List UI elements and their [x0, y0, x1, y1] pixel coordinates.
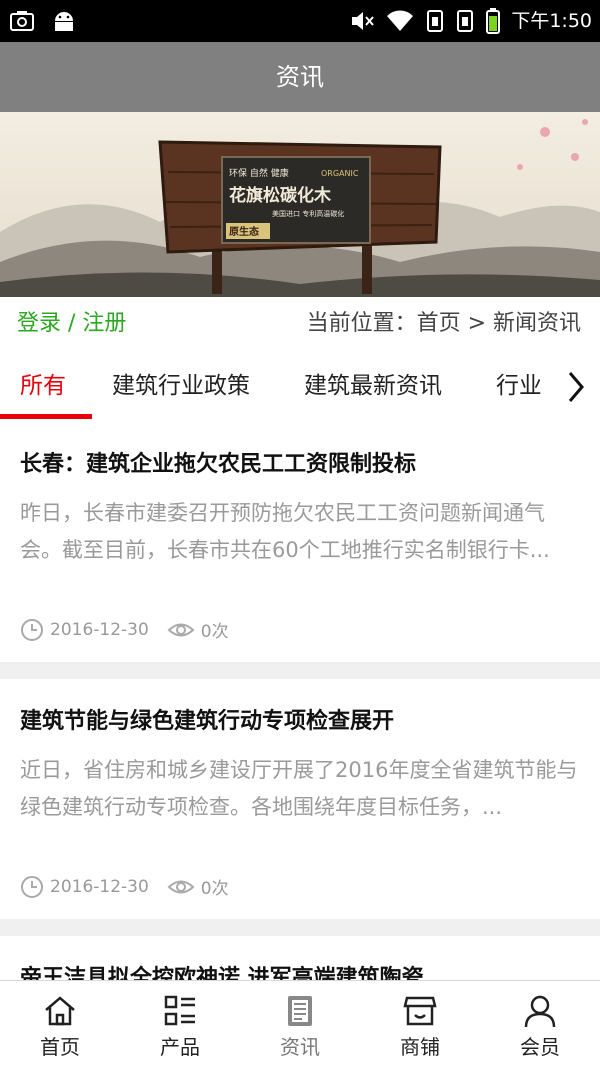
active-tab-indicator — [0, 414, 92, 419]
nav-home[interactable]: 首页 — [0, 981, 120, 1068]
nav-news[interactable]: 资讯 — [240, 981, 360, 1068]
eye-icon — [167, 880, 195, 893]
news-document-icon — [288, 996, 312, 1026]
sim1-icon — [427, 10, 444, 32]
article-title[interactable]: 建筑节能与绿色建筑行动专项检查展开 — [20, 703, 394, 735]
nav-label: 会员 — [520, 1035, 560, 1059]
svg-text:ORGANIC: ORGANIC — [321, 169, 359, 178]
location-bar: 登录 / 注册 当前位置：首页 > 新闻资讯 — [0, 297, 600, 351]
article-date: 2016-12-30 — [50, 876, 149, 897]
tab-industry[interactable]: 行业 — [496, 351, 542, 422]
article-views: 0次 — [200, 622, 229, 642]
svg-text:花旗松碳化木: 花旗松碳化木 — [229, 185, 332, 206]
clock-icon — [21, 875, 43, 898]
android-icon — [55, 12, 73, 31]
nav-shops[interactable]: 商铺 — [360, 981, 480, 1068]
nav-products[interactable]: 产品 — [120, 981, 240, 1068]
article-excerpt: 昨日，长春市建委召开预防拖欠农民工工资问题新闻通气会。截至目前，长春市共在60个… — [20, 501, 550, 562]
shop-icon — [403, 996, 437, 1026]
home-icon — [45, 996, 75, 1026]
sim2-icon — [457, 10, 474, 32]
product-list-icon — [164, 995, 195, 1026]
chevron-right-icon — [568, 372, 584, 402]
clock-icon — [21, 618, 43, 641]
mute-icon — [352, 12, 375, 30]
article-title[interactable]: 长春：建筑企业拖欠农民工工资限制投标 — [20, 446, 416, 478]
nav-label: 资讯 — [280, 1035, 320, 1059]
banner-image[interactable]: 环保 自然 健康 ORGANIC 花旗松碳化木 美国进口 专利高温碳化 原生态 — [0, 112, 600, 297]
tabs-scroll-right-button[interactable] — [540, 351, 600, 422]
banner-illustration: 环保 自然 健康 ORGANIC 花旗松碳化木 美国进口 专利高温碳化 原生态 — [0, 112, 600, 297]
wifi-icon — [387, 10, 414, 31]
nav-label: 产品 — [160, 1035, 200, 1059]
svg-text:原生态: 原生态 — [229, 225, 259, 238]
status-bar: 下午1:50 — [0, 0, 600, 42]
login-register-link[interactable]: 登录 / 注册 — [17, 309, 126, 339]
nav-member[interactable]: 会员 — [480, 981, 600, 1068]
status-time: 下午1:50 — [511, 10, 592, 32]
user-icon — [524, 995, 556, 1028]
article-date: 2016-12-30 — [50, 619, 149, 640]
article-views: 0次 — [200, 879, 229, 899]
svg-text:美国进口 专利高温碳化: 美国进口 专利高温碳化 — [272, 209, 344, 218]
tab-all[interactable]: 所有 — [20, 351, 66, 422]
article-meta: 2016-12-30 0次 — [20, 874, 229, 899]
article-excerpt: 近日，省住房和城乡建设厅开展了2016年度全省建筑节能与绿色建筑行动专项检查。各… — [20, 758, 578, 819]
breadcrumb[interactable]: 当前位置：首页 > 新闻资讯 — [307, 309, 581, 339]
svg-text:环保 自然 健康: 环保 自然 健康 — [229, 167, 289, 179]
article-meta: 2016-12-30 0次 — [20, 617, 229, 642]
nav-label: 首页 — [40, 1035, 80, 1059]
nav-label: 商铺 — [400, 1035, 440, 1059]
eye-icon — [167, 623, 195, 636]
battery-icon — [486, 8, 501, 34]
page-title: 资讯 — [0, 42, 600, 112]
article-card[interactable]: 长春：建筑企业拖欠农民工工资限制投标 昨日，长春市建委召开预防拖欠农民工工资问题… — [0, 422, 600, 662]
tab-industry-policy[interactable]: 建筑行业政策 — [112, 351, 250, 422]
bottom-nav: 首页 产品 资讯 商铺 会员 — [0, 980, 600, 1068]
category-tabs: 所有 建筑行业政策 建筑最新资讯 行业 — [0, 351, 600, 422]
screenshot-icon — [10, 11, 34, 31]
article-card[interactable]: 建筑节能与绿色建筑行动专项检查展开 近日，省住房和城乡建设厅开展了2016年度全… — [0, 679, 600, 919]
tab-latest-news[interactable]: 建筑最新资讯 — [304, 351, 442, 422]
